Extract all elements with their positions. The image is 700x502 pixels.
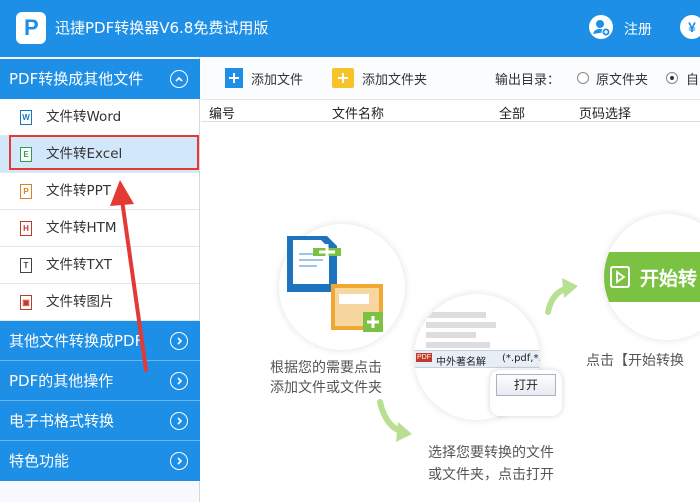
decorative-arrows [110, 180, 578, 442]
green-arrow-icon [545, 278, 578, 315]
red-arrow-icon [110, 180, 148, 372]
green-arrow-icon [377, 399, 412, 442]
